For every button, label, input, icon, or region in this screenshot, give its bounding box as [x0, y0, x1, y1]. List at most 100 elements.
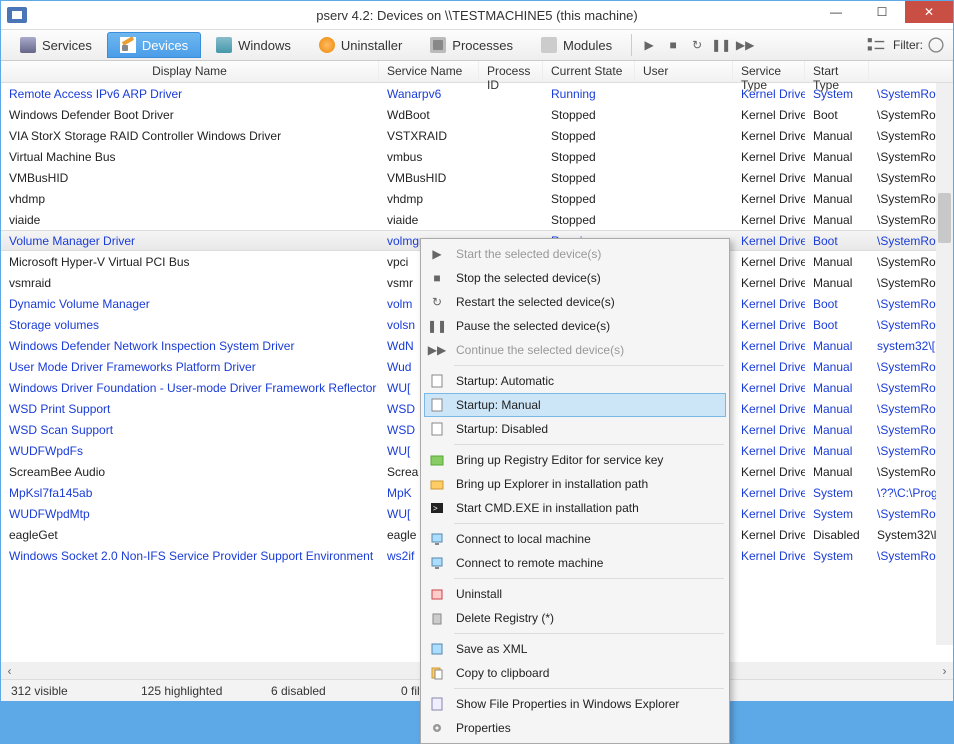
tab-label: Uninstaller — [341, 38, 402, 53]
table-row[interactable]: VIA StorX Storage RAID Controller Window… — [1, 125, 953, 146]
col-display-name[interactable]: Display Name — [1, 61, 379, 82]
menu-item-label: Continue the selected device(s) — [456, 343, 624, 357]
tab-devices[interactable]: Devices — [107, 32, 201, 58]
play-icon: ▶ — [428, 245, 446, 263]
cell: Boot — [805, 318, 869, 332]
menu-item[interactable]: Startup: Automatic — [424, 369, 726, 393]
menu-item-label: Startup: Automatic — [456, 374, 554, 388]
cell: Kernel Driver — [733, 108, 805, 122]
play-icon[interactable]: ▶ — [638, 34, 660, 56]
cell: Kernel Driver — [733, 318, 805, 332]
list-header: Display Name Service Name Process ID Cur… — [1, 61, 953, 83]
menu-item[interactable]: Connect to local machine — [424, 527, 726, 551]
cell: Disabled — [805, 528, 869, 542]
cell: Stopped — [543, 150, 635, 164]
status-disabled: 6 disabled — [271, 684, 361, 698]
services-icon — [20, 37, 36, 53]
menu-item: ▶▶ Continue the selected device(s) — [424, 338, 726, 362]
doc-icon — [428, 420, 446, 438]
cell: Stopped — [543, 213, 635, 227]
cell: Boot — [805, 108, 869, 122]
prop-icon — [428, 695, 446, 713]
fwd-icon: ▶▶ — [428, 341, 446, 359]
filter-icon[interactable] — [925, 34, 947, 56]
tab-label: Processes — [452, 38, 513, 53]
save-icon — [428, 640, 446, 658]
menu-item-label: Restart the selected device(s) — [456, 295, 615, 309]
menu-item[interactable]: Properties — [424, 716, 726, 740]
cell: Boot — [805, 297, 869, 311]
table-row[interactable]: VMBusHIDVMBusHIDStoppedKernel DriverManu… — [1, 167, 953, 188]
col-process-id[interactable]: Process ID — [479, 61, 543, 82]
cell: Kernel Driver — [733, 486, 805, 500]
separator — [631, 34, 632, 56]
scrollbar-thumb[interactable] — [938, 193, 951, 243]
status-highlighted: 125 highlighted — [141, 684, 231, 698]
table-row[interactable]: Virtual Machine BusvmbusStoppedKernel Dr… — [1, 146, 953, 167]
cell: ScreamBee Audio — [1, 465, 379, 479]
cell: viaide — [1, 213, 379, 227]
menu-item[interactable]: Bring up Registry Editor for service key — [424, 448, 726, 472]
cell: Kernel Driver — [733, 360, 805, 374]
menu-item[interactable]: Startup: Manual — [424, 393, 726, 417]
menu-item-label: Bring up Explorer in installation path — [456, 477, 648, 491]
cell: WSD Print Support — [1, 402, 379, 416]
table-row[interactable]: Windows Defender Boot DriverWdBootStoppe… — [1, 104, 953, 125]
col-current-state[interactable]: Current State — [543, 61, 635, 82]
table-row[interactable]: vhdmpvhdmpStoppedKernel DriverManual\Sys… — [1, 188, 953, 209]
col-user[interactable]: User — [635, 61, 733, 82]
menu-item[interactable]: ■Stop the selected device(s) — [424, 266, 726, 290]
tab-uninstaller[interactable]: Uninstaller — [306, 32, 415, 58]
menu-item[interactable]: Save as XML — [424, 637, 726, 661]
cell: vsmraid — [1, 276, 379, 290]
processes-icon — [430, 37, 446, 53]
menu-separator — [454, 444, 724, 445]
cell: Virtual Machine Bus — [1, 150, 379, 164]
close-button[interactable]: ✕ — [905, 1, 953, 23]
window-controls: — ☐ ✕ — [813, 1, 953, 23]
cell: VIA StorX Storage RAID Controller Window… — [1, 129, 379, 143]
tab-windows[interactable]: Windows — [203, 32, 304, 58]
maximize-button[interactable]: ☐ — [859, 1, 905, 23]
scroll-right-icon[interactable]: › — [936, 662, 953, 679]
cell: Windows Socket 2.0 Non-IFS Service Provi… — [1, 549, 379, 563]
menu-item-label: Start the selected device(s) — [456, 247, 601, 261]
menu-item-label: Start CMD.EXE in installation path — [456, 501, 639, 515]
tab-modules[interactable]: Modules — [528, 32, 625, 58]
menu-item[interactable]: Show File Properties in Windows Explorer — [424, 692, 726, 716]
table-row[interactable]: Remote Access IPv6 ARP DriverWanarpv6Run… — [1, 83, 953, 104]
menu-item-label: Pause the selected device(s) — [456, 319, 610, 333]
stop-icon[interactable]: ■ — [662, 34, 684, 56]
cell: WSD Scan Support — [1, 423, 379, 437]
scroll-left-icon[interactable]: ‹ — [1, 662, 18, 679]
cell: WUDFWpdFs — [1, 444, 379, 458]
tab-processes[interactable]: Processes — [417, 32, 526, 58]
minimize-button[interactable]: — — [813, 1, 859, 23]
menu-item-label: Copy to clipboard — [456, 666, 549, 680]
tab-services[interactable]: Services — [7, 32, 105, 58]
menu-item[interactable]: Uninstall — [424, 582, 726, 606]
menu-item[interactable]: Bring up Explorer in installation path — [424, 472, 726, 496]
cell: VSTXRAID — [379, 129, 479, 143]
col-path[interactable] — [869, 61, 953, 82]
menu-item[interactable]: ❚❚Pause the selected device(s) — [424, 314, 726, 338]
menu-item[interactable]: ↻ Restart the selected device(s) — [424, 290, 726, 314]
col-start-type[interactable]: Start Type — [805, 61, 869, 82]
menu-item[interactable]: Delete Registry (*) — [424, 606, 726, 630]
settings-icon[interactable] — [865, 34, 887, 56]
cell: Manual — [805, 255, 869, 269]
menu-item[interactable]: Copy to clipboard — [424, 661, 726, 685]
restart-icon: ↻ — [428, 293, 446, 311]
table-row[interactable]: viaideviaideStoppedKernel DriverManual\S… — [1, 209, 953, 230]
restart-icon[interactable]: ↻ — [686, 34, 708, 56]
cell: Kernel Driver — [733, 213, 805, 227]
menu-item[interactable]: Connect to remote machine — [424, 551, 726, 575]
menu-item[interactable]: Startup: Disabled — [424, 417, 726, 441]
col-service-name[interactable]: Service Name — [379, 61, 479, 82]
vertical-scrollbar[interactable] — [936, 83, 953, 645]
cell: Kernel Driver — [733, 234, 805, 248]
pause-icon[interactable]: ❚❚ — [710, 34, 732, 56]
forward-icon[interactable]: ▶▶ — [734, 34, 756, 56]
menu-item[interactable]: >Start CMD.EXE in installation path — [424, 496, 726, 520]
col-service-type[interactable]: Service Type — [733, 61, 805, 82]
